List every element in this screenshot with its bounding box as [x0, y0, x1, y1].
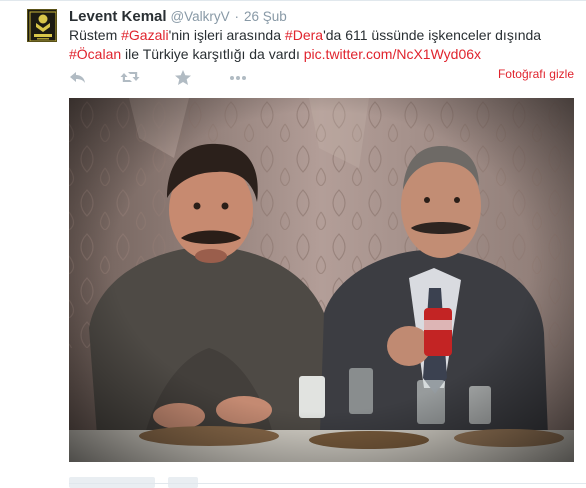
- more-icon: [230, 76, 246, 80]
- favorite-button[interactable]: [174, 69, 194, 87]
- reply-icon: [70, 72, 85, 83]
- tweet-text-segment: 'nin işleri arasında: [168, 27, 285, 43]
- media-link[interactable]: pic.twitter.com/NcX1Wyd06x: [304, 46, 481, 62]
- hashtag-symbol: #: [69, 46, 77, 62]
- hashtag-symbol: #: [284, 27, 293, 43]
- tweet-photo[interactable]: [69, 98, 574, 462]
- hashtag-ocalan[interactable]: #Öcalan: [69, 46, 121, 62]
- retweet-button[interactable]: [119, 69, 143, 87]
- avatar[interactable]: [27, 9, 57, 42]
- avatar-emblem-icon: [28, 10, 56, 41]
- hashtag-gazali[interactable]: #Gazali: [121, 27, 168, 43]
- tweet-text-segment: 'da 611 üssünde işkenceler dışında: [323, 27, 542, 43]
- bottom-divider: [69, 483, 586, 484]
- reply-button[interactable]: [69, 69, 89, 87]
- hide-photo-link[interactable]: Fotoğrafı gizle: [498, 67, 574, 81]
- separator-dot: ·: [234, 9, 240, 24]
- tweet-timestamp[interactable]: 26 Şub: [244, 9, 287, 24]
- tweet-header: Levent Kemal @ValkryV · 26 Şub: [69, 6, 287, 26]
- hashtag-word: Dera: [292, 27, 324, 43]
- tweet-text: Rüstem #Gazali'nin işleri arasında #Dera…: [69, 26, 579, 64]
- top-divider: [0, 0, 586, 1]
- hashtag-symbol: #: [121, 27, 129, 43]
- tweet-text-segment: ile Türkiye karşıtlığı da vardı: [121, 46, 304, 62]
- hashtag-word: Öcalan: [76, 46, 122, 62]
- favorite-icon: [175, 70, 191, 85]
- tweet-text-segment: Rüstem: [69, 27, 122, 43]
- more-button[interactable]: [229, 69, 249, 87]
- hashtag-word: Gazali: [128, 27, 169, 43]
- retweet-icon: [120, 72, 140, 82]
- hashtag-dera[interactable]: #Dera: [285, 27, 323, 43]
- author-handle[interactable]: @ValkryV: [170, 9, 229, 24]
- tweet-photo-image: [69, 98, 574, 462]
- author-name[interactable]: Levent Kemal: [69, 8, 167, 25]
